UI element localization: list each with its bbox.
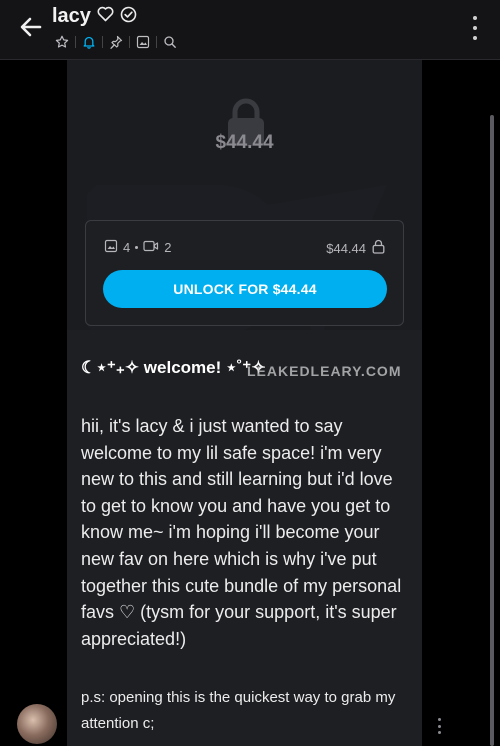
post-heading: ☾⋆⁺₊✧ welcome! ⋆˚⁺✧ <box>81 358 266 377</box>
verified-badge-icon <box>120 6 137 28</box>
top-bar: lacy <box>0 0 500 60</box>
pin-icon[interactable] <box>104 33 128 51</box>
card-price: $44.44 <box>326 239 385 257</box>
image-count: 4 <box>123 240 131 255</box>
bell-icon[interactable] <box>77 33 101 51</box>
divider <box>75 36 76 48</box>
video-count: 2 <box>164 240 172 255</box>
divider <box>102 36 103 48</box>
image-count-icon <box>104 239 118 256</box>
locked-price: $44.44 <box>215 132 274 153</box>
unlock-button[interactable]: UNLOCK FOR $44.44 <box>103 270 387 308</box>
unlock-card: 4 2 $44.44 UNLOCK FOR $44.44 <box>85 220 404 326</box>
more-options-icon[interactable] <box>470 16 480 40</box>
site-watermark: LEAKEDLEARY.COM <box>247 363 402 379</box>
locked-media: $44.44 4 2 $44.44 UNLOCK FOR $44.44 <box>67 60 422 330</box>
search-icon[interactable] <box>158 33 182 51</box>
profile-actions <box>50 33 182 51</box>
dot-separator <box>135 246 139 249</box>
post-postscript: p.s: opening this is the quickest way to… <box>81 689 396 732</box>
post-more-icon[interactable] <box>436 718 442 734</box>
post-card: $44.44 4 2 $44.44 UNLOCK FOR $44.44 ☾⋆⁺₊… <box>67 60 422 746</box>
profile-title-row: lacy <box>52 5 137 28</box>
media-counts: 4 2 <box>104 239 171 256</box>
star-icon[interactable] <box>50 33 74 51</box>
profile-name[interactable]: lacy <box>52 5 91 28</box>
scrollbar[interactable] <box>490 115 494 746</box>
card-price-value: $44.44 <box>326 240 366 256</box>
back-arrow-icon[interactable] <box>18 14 44 40</box>
divider <box>129 36 130 48</box>
divider <box>156 36 157 48</box>
video-count-icon <box>143 239 159 256</box>
image-icon[interactable] <box>131 33 155 51</box>
small-lock-icon <box>372 239 385 257</box>
heart-outline-icon <box>97 6 114 27</box>
avatar[interactable] <box>17 704 57 744</box>
post-body: hii, it's lacy & i just wanted to say we… <box>81 416 402 649</box>
